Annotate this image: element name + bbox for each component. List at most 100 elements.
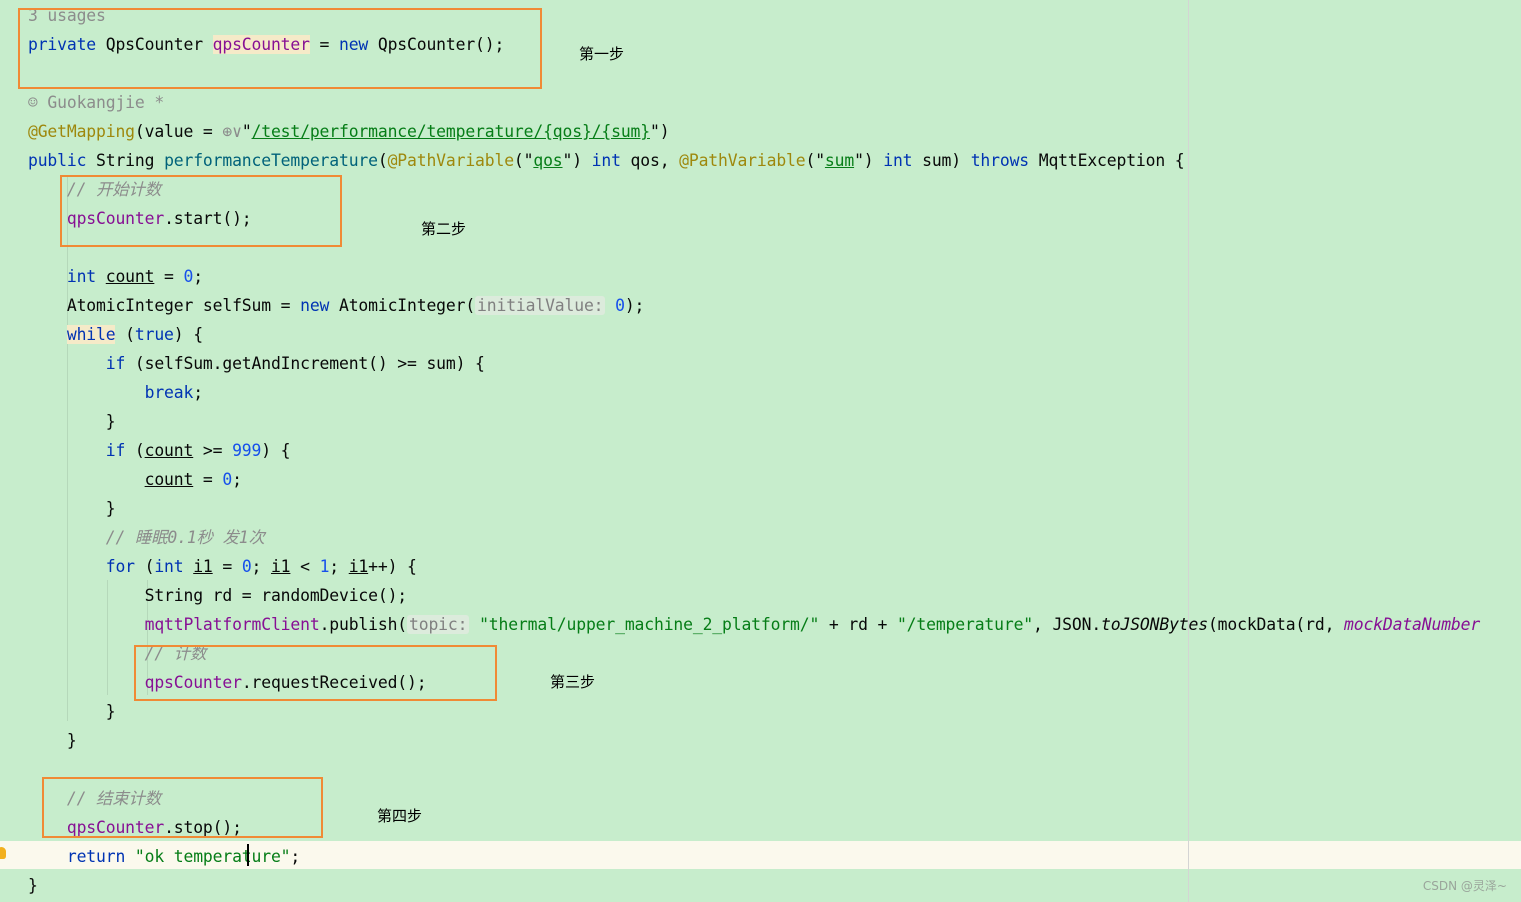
code-token: if (105, 441, 135, 460)
code-token: if (105, 354, 135, 373)
step3-label: 第三步 (550, 673, 596, 691)
code-token: (value = (134, 122, 223, 141)
code-line[interactable]: public String performanceTemperature(@Pa… (28, 146, 1185, 175)
code-token: "ok temperature" (134, 847, 291, 866)
code-line[interactable]: } (28, 697, 116, 726)
code-line[interactable]: if (selfSum.getAndIncrement() >= sum) { (28, 349, 485, 378)
code-line[interactable]: mqttPlatformClient.publish(topic: "therm… (28, 610, 1480, 639)
code-token: mockDataNumber (1344, 615, 1481, 634)
code-token: String rd = randomDevice(); (28, 586, 408, 605)
code-line[interactable]: int count = 0; (28, 262, 203, 291)
code-token: ") (649, 122, 670, 141)
code-token: ( (134, 441, 145, 460)
code-token: /test/performance/temperature/{qos}/{sum… (251, 122, 651, 141)
code-token: "/temperature" (896, 615, 1034, 634)
code-line[interactable]: @GetMapping(value = ⊕∨"/test/performance… (28, 117, 670, 146)
code-token: i1 (270, 557, 291, 576)
text-caret (247, 844, 249, 866)
code-token: + rd + (819, 615, 897, 634)
code-token: while (66, 325, 116, 344)
code-token: ; (232, 470, 242, 489)
code-token: ; (329, 557, 349, 576)
right-margin-guide (1188, 0, 1189, 902)
code-token: return (66, 847, 135, 866)
code-token: qos (533, 151, 563, 170)
step2-highlight-box (60, 175, 342, 247)
code-token: ); (624, 296, 645, 315)
code-token: = (212, 557, 242, 576)
code-line[interactable]: return "ok temperature"; (28, 842, 300, 871)
code-token: @GetMapping (28, 122, 135, 141)
code-token: (" (805, 151, 825, 170)
code-line[interactable]: while (true) { (28, 320, 203, 349)
code-token: String (96, 151, 165, 170)
code-token: sum (824, 151, 855, 170)
code-token: int (66, 267, 106, 286)
code-line[interactable]: AtomicInteger selfSum = new AtomicIntege… (28, 291, 644, 320)
code-token: ⊕∨ (222, 122, 242, 141)
code-line[interactable]: } (28, 407, 116, 436)
code-line[interactable]: } (28, 726, 77, 755)
code-token: throws (970, 151, 1039, 170)
code-token: (selfSum.getAndIncrement() >= sum) { (134, 354, 485, 373)
step2-label: 第二步 (421, 220, 467, 238)
code-line[interactable]: // 睡眠0.1秒 发1次 (28, 523, 265, 552)
code-token: int (154, 557, 194, 576)
code-line[interactable]: String rd = randomDevice(); (28, 581, 408, 610)
code-token: ; (193, 267, 203, 286)
code-token: count (144, 470, 194, 489)
code-line[interactable]: } (28, 494, 116, 523)
code-token: ( (144, 557, 155, 576)
code-token: mqttPlatformClient (144, 615, 320, 634)
code-line[interactable]: for (int i1 = 0; i1 < 1; i1++) { (28, 552, 417, 581)
code-token: 0 (222, 470, 233, 489)
code-token: } (28, 412, 116, 431)
code-token: ") (854, 151, 884, 170)
code-line[interactable]: break; (28, 378, 203, 407)
code-token: } (28, 731, 77, 750)
code-token: ++) { (368, 557, 417, 576)
code-token: for (105, 557, 145, 576)
code-token: ; (290, 847, 301, 866)
code-line[interactable]: ☺ Guokangjie * (28, 88, 164, 117)
code-token: } (28, 876, 38, 895)
code-token: i1 (348, 557, 369, 576)
code-token: = (154, 267, 184, 286)
code-token: i1 (193, 557, 213, 576)
code-token: AtomicInteger selfSum = (28, 296, 301, 315)
code-token: qos, (630, 151, 680, 170)
step1-highlight-box (18, 8, 542, 89)
code-token: ; (193, 383, 203, 402)
code-token: 0 (183, 267, 194, 286)
code-token: >= (193, 441, 233, 460)
code-token: true (134, 325, 174, 344)
code-token: ") (562, 151, 592, 170)
code-token: ; (251, 557, 271, 576)
code-token: topic: (407, 615, 470, 634)
code-token: } (28, 702, 116, 721)
code-token: toJSONBytes (1101, 615, 1208, 634)
code-token: @PathVariable (679, 151, 806, 170)
code-token: MqttException { (1038, 151, 1185, 170)
lightbulb-icon[interactable] (0, 847, 6, 859)
code-token: , JSON. (1033, 615, 1102, 634)
code-editor[interactable]: 3 usages private QpsCounter qpsCounter = … (0, 0, 1521, 902)
step3-highlight-box (134, 645, 497, 701)
code-line[interactable]: } (28, 871, 38, 900)
code-line[interactable]: count = 0; (28, 465, 242, 494)
code-token: 1 (319, 557, 330, 576)
code-token: int (883, 151, 923, 170)
code-token: ( (115, 325, 135, 344)
code-line[interactable]: if (count >= 999) { (28, 436, 291, 465)
code-token: break (144, 383, 194, 402)
